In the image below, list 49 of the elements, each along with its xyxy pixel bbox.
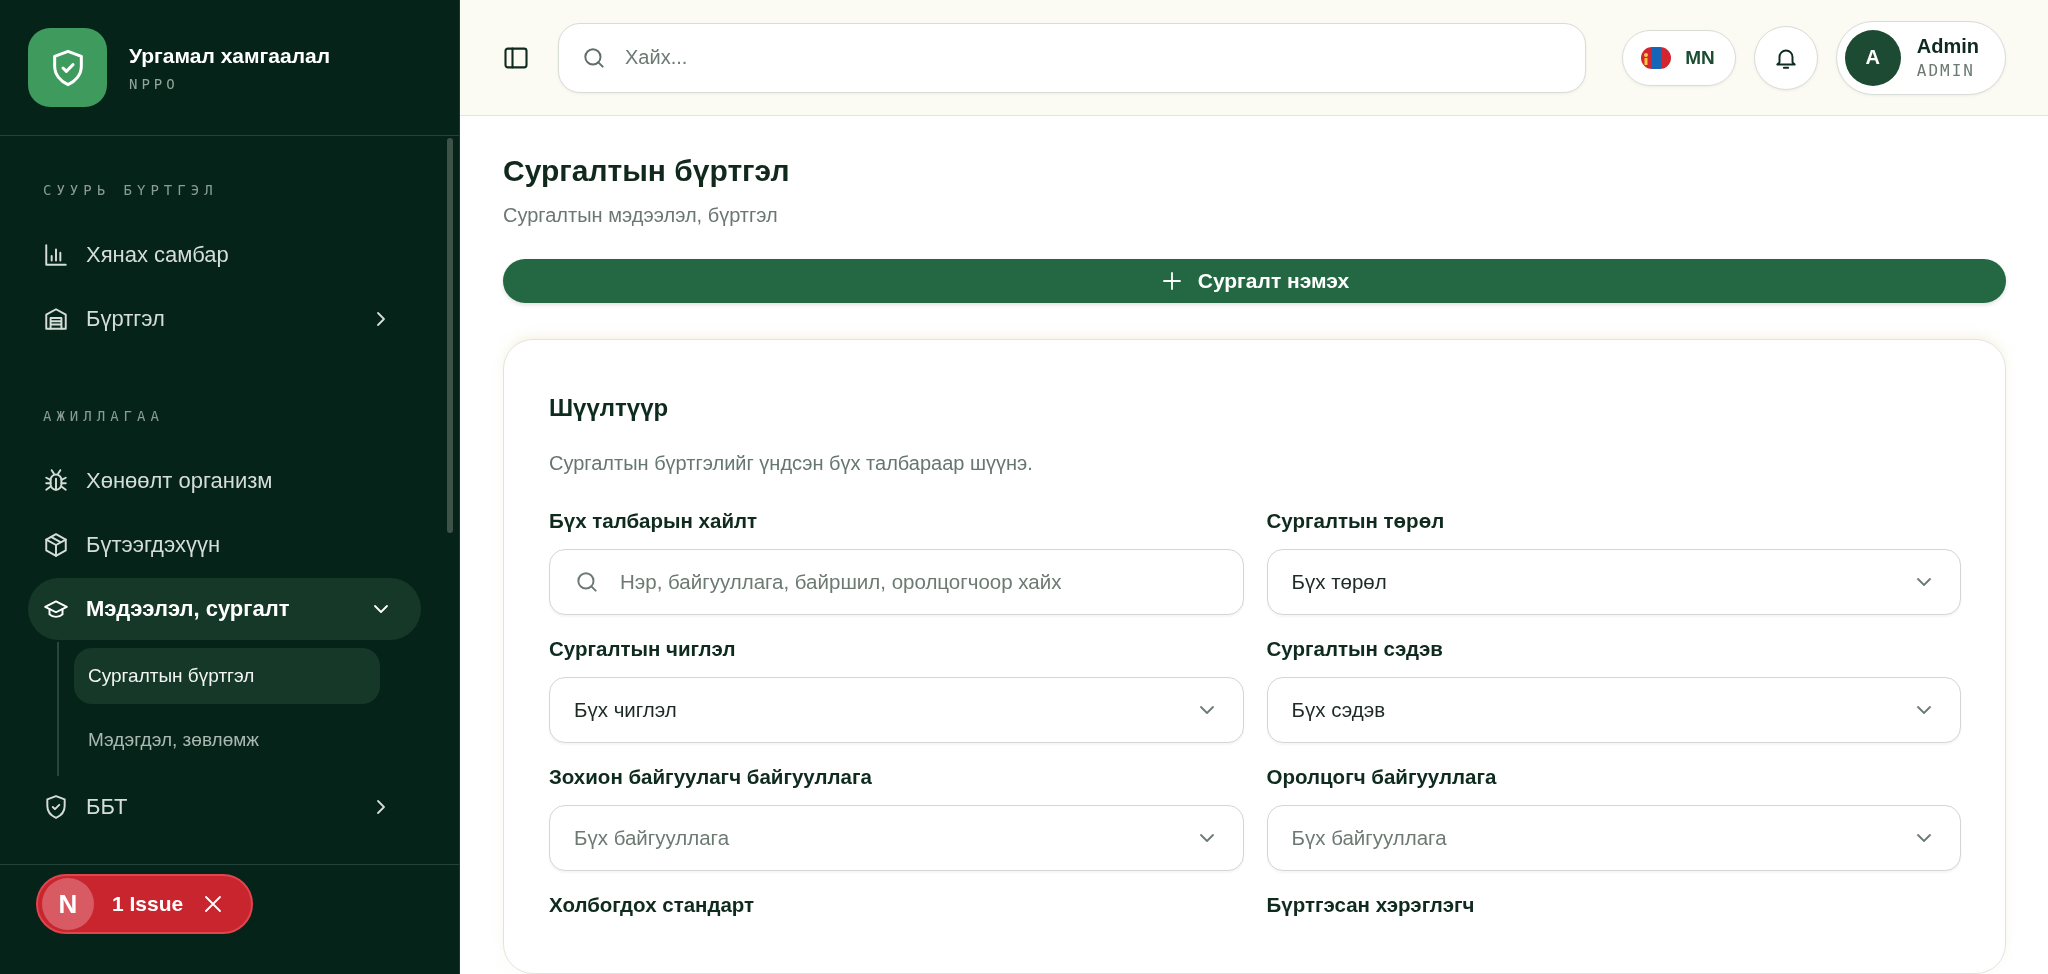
package-icon (43, 532, 69, 558)
user-name: Admin (1916, 35, 1979, 58)
select-field[interactable]: Бүх байгууллага (549, 805, 1244, 871)
field-label: Бүх талбарын хайлт (549, 509, 758, 533)
shield-check-icon (43, 794, 69, 820)
select-field[interactable]: Бүх чиглэл (549, 677, 1244, 743)
section-label: АЖИЛЛАГАА (43, 408, 164, 424)
sidebar-item[interactable]: Хянах самбар (28, 224, 421, 286)
sidebar-item[interactable]: ББТ (28, 776, 421, 838)
bug-icon (43, 468, 69, 494)
section-label: СУУРЬ БҮРТГЭЛ (43, 182, 218, 198)
shield-check-icon (28, 28, 107, 107)
page-title: Сургалтын бүртгэл (503, 154, 790, 188)
user-menu[interactable]: A Admin ADMIN (1835, 20, 2006, 95)
field-label: Сургалтын төрөл (1266, 509, 1445, 533)
search-field[interactable]: Хайх... (558, 22, 1587, 93)
field-label: Сургалтын сэдэв (1266, 637, 1443, 661)
avatar: A (1844, 29, 1901, 86)
language-button[interactable]: MN (1622, 29, 1736, 86)
card-description: Сургалтын бүртгэлийг үндсэн бүх талбараар шүүнэ. (549, 452, 1033, 475)
sidebar-item[interactable]: Бүртгэл (28, 288, 421, 350)
sidebar-item[interactable]: Хөнөөлт организм (28, 450, 421, 512)
app-title: Ургамал хамгаалал (129, 43, 330, 68)
sidebar-subitem[interactable]: Сургалтын бүртгэл (74, 648, 380, 704)
building-icon (43, 306, 69, 332)
field-label: Зохион байгуулагч байгууллага (549, 765, 872, 789)
logo-badge: N (42, 878, 94, 930)
app-subtitle: NPPO (129, 75, 180, 92)
select-field[interactable]: Бүх сэдэв (1266, 677, 1961, 743)
scrollbar[interactable] (447, 138, 453, 533)
search-field[interactable]: Нэр, байгууллага, байршил, оролцогчоор хайх (549, 549, 1244, 615)
page-subtitle: Сургалтын мэдээлэл, бүртгэл (503, 204, 778, 227)
field-label: Бүртгэсан хэрэглэгч (1266, 893, 1475, 917)
select-field[interactable]: Бүх байгууллага (1266, 805, 1961, 871)
add-button[interactable]: Сургалт нэмэх (503, 259, 2006, 303)
search-icon (574, 569, 600, 595)
select-field[interactable]: Бүх төрөл (1266, 549, 1961, 615)
user-role: ADMIN (1916, 61, 1976, 80)
bar-chart-icon (43, 242, 69, 268)
sidebar-item[interactable]: Мэдээлэл, сургалт (28, 578, 421, 640)
flag-icon (1641, 46, 1672, 69)
sidebar-item[interactable]: Бүтээгдэхүүн (28, 514, 421, 576)
field-label: Сургалтын чиглэл (549, 637, 736, 661)
sidebar-subitem[interactable]: Мэдэгдэл, зөвлөмж (74, 712, 380, 768)
issue-badge[interactable]: N 1 Issue (36, 874, 254, 934)
field-label: Оролцогч байгууллага (1266, 765, 1497, 789)
issue-count: 1 Issue (112, 892, 184, 916)
card-title: Шүүлтүүр (549, 394, 669, 422)
field-label: Холбогдох стандарт (549, 893, 755, 917)
